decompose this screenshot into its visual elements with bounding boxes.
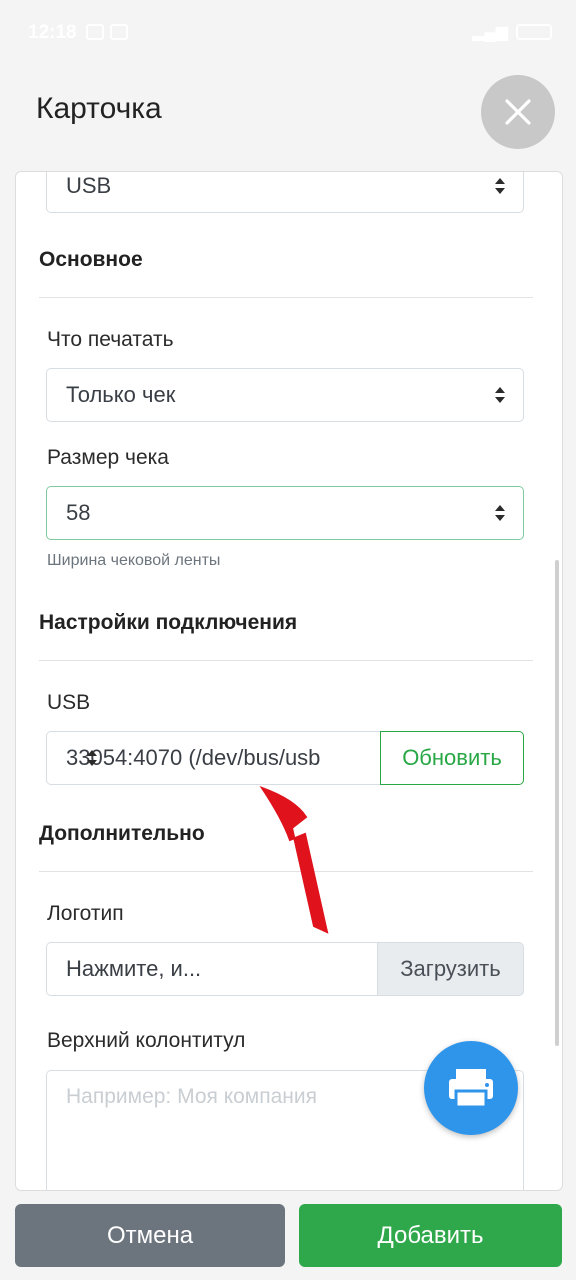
battery-icon: [516, 24, 552, 40]
scrollbar[interactable]: [555, 560, 559, 1046]
add-button[interactable]: Добавить: [299, 1204, 562, 1267]
section-title-additional: Дополнительно: [39, 822, 205, 845]
status-indicators: ▂▄▆: [472, 22, 552, 42]
receipt-size-label: Размер чека: [47, 446, 169, 469]
upload-button[interactable]: Загрузить: [377, 942, 524, 996]
header-text-label: Верхний колонтитул: [47, 1029, 246, 1052]
connection-type-select[interactable]: USB: [46, 172, 524, 213]
divider: [39, 297, 533, 298]
printer-icon: [449, 1069, 493, 1109]
select-arrows-icon: [87, 750, 367, 768]
close-icon: [505, 99, 531, 125]
select-arrows-icon: [495, 505, 505, 523]
divider: [39, 660, 533, 661]
divider: [39, 871, 533, 872]
notification-icon: [86, 24, 104, 40]
select-arrows-icon: [495, 178, 505, 196]
section-title-connection: Настройки подключения: [39, 611, 298, 634]
select-arrows-icon: [495, 387, 505, 405]
receipt-size-select[interactable]: 58: [46, 486, 524, 540]
page-title: Карточка: [36, 92, 162, 125]
logo-file-input[interactable]: Нажмите, и...: [46, 942, 378, 996]
close-button[interactable]: [481, 75, 555, 149]
print-fab-button[interactable]: [424, 1041, 518, 1135]
receipt-size-value: 58: [66, 500, 91, 525]
settings-card[interactable]: USB Основное Что печатать Только чек Раз…: [15, 171, 563, 1191]
youtube-icon: [110, 24, 128, 40]
print-what-select[interactable]: Только чек: [46, 368, 524, 422]
connection-type-value: USB: [66, 173, 112, 198]
print-what-label: Что печатать: [47, 328, 174, 351]
receipt-size-hint: Ширина чековой ленты: [47, 552, 221, 569]
header-text-placeholder: Например: Моя компания: [66, 1085, 317, 1108]
usb-label: USB: [47, 691, 91, 714]
section-title-basic: Основное: [39, 248, 143, 271]
logo-file-value: Нажмите, и...: [66, 956, 202, 981]
cancel-button[interactable]: Отмена: [15, 1204, 285, 1267]
logo-label: Логотип: [47, 902, 124, 925]
print-what-value: Только чек: [66, 382, 176, 407]
usb-device-select[interactable]: 33054:4070 (/dev/bus/usb: [46, 731, 382, 785]
refresh-button[interactable]: Обновить: [380, 731, 524, 785]
status-bar: 12:18 ▂▄▆: [0, 0, 576, 68]
status-time: 12:18: [28, 22, 77, 43]
signal-icon: ▂▄▆: [472, 24, 508, 41]
